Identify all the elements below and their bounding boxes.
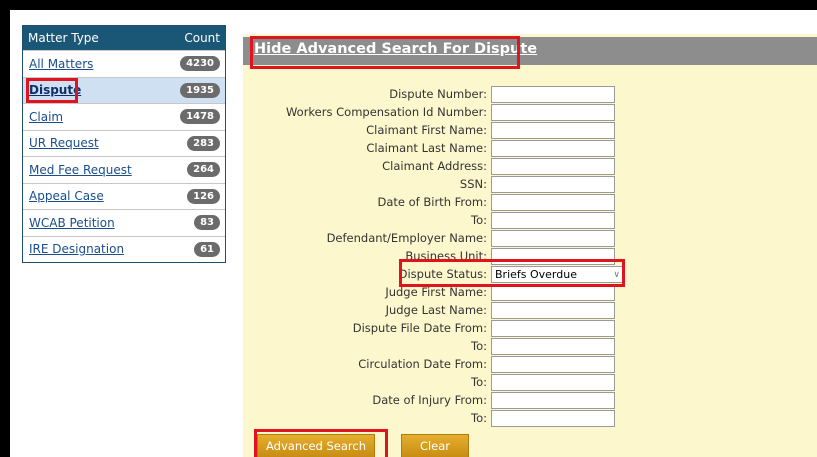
form-row-circulation-to: To: [243,374,817,391]
count-badge: 1935 [180,82,220,98]
page: Matter Type Count All Matters 4230 Dispu… [10,10,817,457]
field-label: Workers Compensation Id Number: [285,105,487,119]
dispute-number-input[interactable] [491,86,615,103]
count-badge: 1478 [180,109,220,125]
field-label: To: [471,375,487,389]
matter-link[interactable]: Claim [29,110,63,124]
count-badge: 4230 [180,56,220,72]
claimant-first-name-input[interactable] [491,122,615,139]
matter-type-header: Matter Type Count [23,26,225,50]
field-label: To: [471,213,487,227]
field-label: Claimant Last Name: [366,141,487,155]
circulation-date-from-input[interactable] [491,356,615,373]
file-date-from-input[interactable] [491,320,615,337]
advanced-search-panel: Hide Advanced Search For Dispute Dispute… [243,34,817,457]
form-row-dob-to: To: [243,212,817,229]
defendant-employer-input[interactable] [491,230,615,247]
form-row-circulation-from: Circulation Date From: [243,356,817,373]
matter-item-wcab-petition[interactable]: WCAB Petition 83 [23,209,225,236]
dob-to-input[interactable] [491,212,615,229]
circulation-date-to-input[interactable] [491,374,615,391]
count-badge: 264 [187,162,220,178]
field-label: To: [471,339,487,353]
matter-link[interactable]: WCAB Petition [29,216,115,230]
count-badge: 61 [194,241,220,257]
matter-item-ire-designation[interactable]: IRE Designation 61 [23,235,225,263]
field-label: Circulation Date From: [358,357,487,371]
field-label: Date of Birth From: [377,195,487,209]
workers-comp-id-input[interactable] [491,104,615,121]
count-badge: 283 [187,135,220,151]
injury-date-from-input[interactable] [491,392,615,409]
form-row-dob-from: Date of Birth From: [243,194,817,211]
injury-date-to-input[interactable] [491,410,615,427]
dispute-status-highlight-box [399,259,625,287]
matter-item-all-matters[interactable]: All Matters 4230 [23,50,225,77]
form-row-injury-from: Date of Injury From: [243,392,817,409]
claimant-last-name-input[interactable] [491,140,615,157]
form-row-file-date-from: Dispute File Date From: [243,320,817,337]
matter-type-column-label: Matter Type [28,31,99,45]
form-row-claimant-address: Claimant Address: [243,158,817,175]
form-row-injury-to: To: [243,410,817,427]
matter-link[interactable]: Med Fee Request [29,163,132,177]
field-label: Judge Last Name: [385,303,487,317]
matter-link[interactable]: UR Request [29,136,99,150]
field-label: Claimant Address: [382,159,487,173]
ssn-input[interactable] [491,176,615,193]
field-label: To: [471,411,487,425]
field-label: Date of Injury From: [372,393,487,407]
matter-item-claim[interactable]: Claim 1478 [23,103,225,130]
form-row-file-date-to: To: [243,338,817,355]
matter-item-ur-request[interactable]: UR Request 283 [23,129,225,157]
form-row-ssn: SSN: [243,176,817,193]
title-highlight-box [250,36,520,69]
matter-link[interactable]: Appeal Case [29,189,104,203]
count-badge: 126 [187,188,220,204]
matter-link[interactable]: IRE Designation [29,242,124,256]
matter-type-panel: Matter Type Count All Matters 4230 Dispu… [22,25,226,263]
matter-item-appeal-case[interactable]: Appeal Case 126 [23,182,225,210]
matter-item-dispute[interactable]: Dispute 1935 [23,76,225,103]
count-badge: 83 [194,215,220,231]
field-label: Dispute File Date From: [352,321,487,335]
count-column-label: Count [184,31,220,45]
form-row-claimant-last: Claimant Last Name: [243,140,817,157]
field-label: Dispute Number: [389,87,487,101]
claimant-address-input[interactable] [491,158,615,175]
field-label: SSN: [459,177,487,191]
dob-from-input[interactable] [491,194,615,211]
form-row-dispute-number: Dispute Number: [243,86,817,103]
form-row-judge-last: Judge Last Name: [243,302,817,319]
field-label: Defendant/Employer Name: [326,231,487,245]
clear-button[interactable]: Clear [401,434,469,457]
form-row-claimant-first: Claimant First Name: [243,122,817,139]
dispute-highlight-box [26,77,78,103]
form-row-defendant: Defendant/Employer Name: [243,230,817,247]
field-label: Claimant First Name: [366,123,487,137]
matter-link[interactable]: All Matters [29,57,93,71]
form-row-wc-id: Workers Compensation Id Number: [243,104,817,121]
advanced-search-highlight-box [254,429,388,457]
matter-item-med-fee-request[interactable]: Med Fee Request 264 [23,156,225,183]
judge-last-name-input[interactable] [491,302,615,319]
file-date-to-input[interactable] [491,338,615,355]
